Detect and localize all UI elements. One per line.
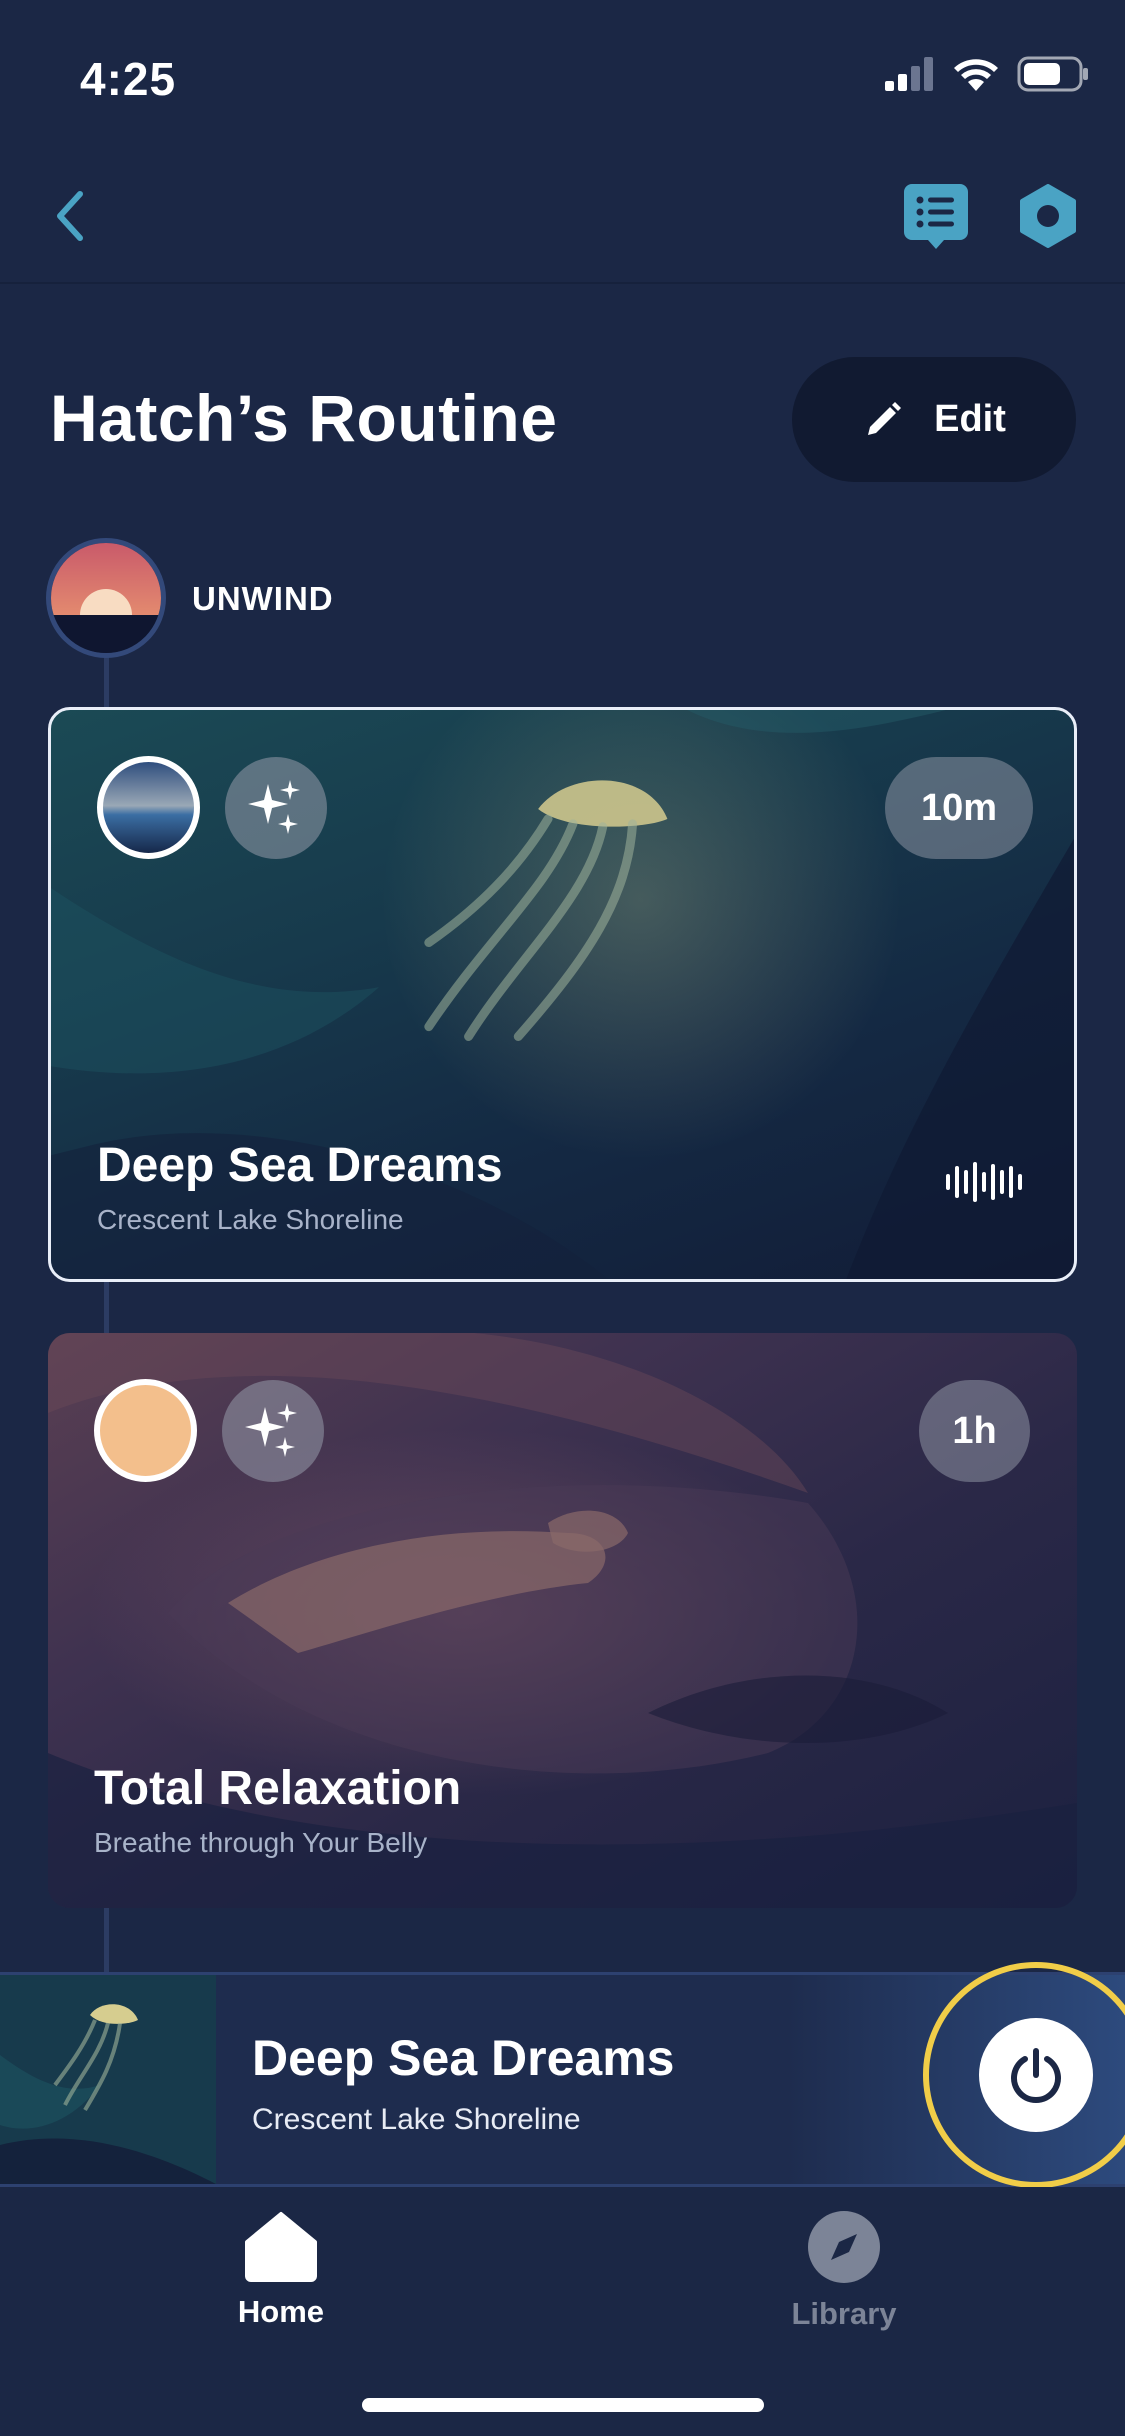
routine-list-icon[interactable]	[904, 182, 968, 250]
page-title: Hatch’s Routine	[50, 381, 558, 455]
battery-icon	[1017, 56, 1088, 92]
signal-icon	[885, 57, 933, 91]
card-subtitle: Breathe through Your Belly	[94, 1827, 428, 1858]
back-chevron-icon[interactable]	[44, 186, 104, 246]
tab-home[interactable]: Home	[181, 2210, 381, 2330]
duration-badge: 1h	[919, 1380, 1030, 1482]
card-title: Deep Sea Dreams	[97, 1139, 503, 1192]
sunset-icon	[51, 543, 161, 653]
compass-icon	[808, 2211, 880, 2283]
now-playing-title: Deep Sea Dreams	[252, 2030, 675, 2086]
home-indicator	[362, 2398, 764, 2412]
edit-label: Edit	[934, 398, 1006, 440]
status-time: 4:25	[80, 53, 177, 105]
now-playing-thumbnail	[0, 1975, 216, 2184]
card-title: Total Relaxation	[94, 1762, 462, 1815]
routine-card-deep-sea-dreams[interactable]: 10m Deep Sea Dreams Crescent Lake Shorel…	[48, 707, 1077, 1282]
power-icon	[1011, 2048, 1061, 2104]
sparkles-icon	[225, 757, 327, 859]
tab-library[interactable]: Library	[744, 2210, 944, 2332]
light-color-swatch	[97, 756, 200, 859]
sunset-avatar	[46, 538, 166, 658]
wifi-icon	[954, 59, 998, 91]
section-label: UNWIND	[192, 580, 334, 617]
now-playing-subtitle: Crescent Lake Shoreline	[252, 2103, 581, 2136]
pencil-icon	[868, 401, 902, 435]
card-subtitle: Crescent Lake Shoreline	[97, 1204, 404, 1235]
light-color-swatch	[94, 1379, 197, 1482]
sparkles-icon	[222, 1380, 324, 1482]
status-icons	[885, 56, 1089, 92]
duration-badge: 10m	[885, 757, 1033, 859]
edit-button[interactable]: Edit	[792, 357, 1076, 482]
routine-card-total-relaxation[interactable]: 1h Total Relaxation Breathe through Your…	[48, 1333, 1077, 1908]
home-icon	[245, 2212, 317, 2282]
waveform-icon	[946, 1162, 1022, 1202]
nav-divider	[0, 282, 1125, 284]
settings-hex-icon[interactable]	[1016, 184, 1080, 248]
tab-home-label: Home	[237, 2294, 325, 2329]
tab-library-label: Library	[791, 2296, 897, 2331]
